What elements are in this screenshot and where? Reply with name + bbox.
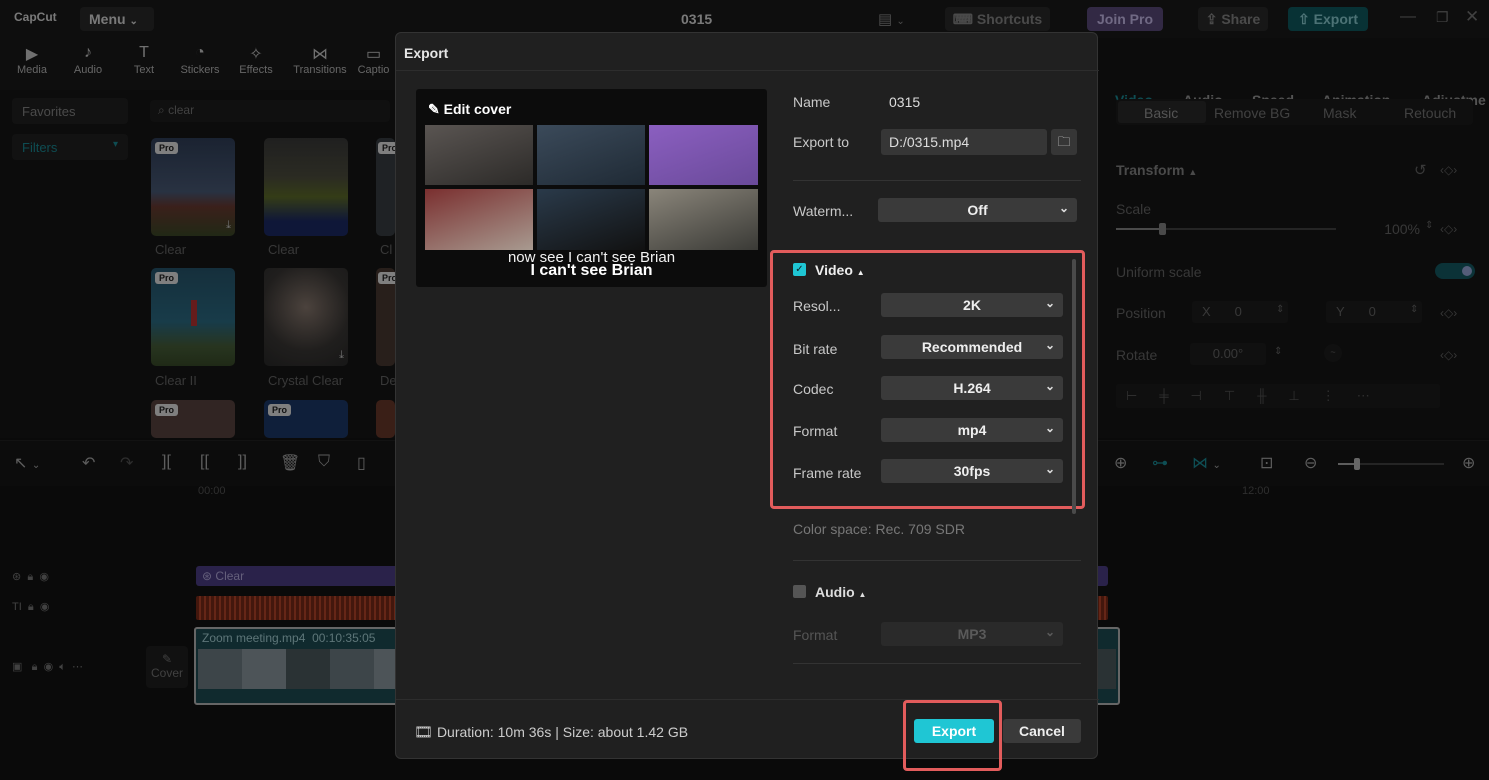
chevron-up-icon: ▲ [858,590,867,599]
codec-label: Codec [793,381,834,397]
bitrate-select[interactable]: Recommended ⌄ [881,335,1063,359]
divider [793,663,1081,664]
video-section-label: Video [815,262,853,278]
film-icon: 🎞︎ [414,724,434,741]
color-space-text: Color space: Rec. 709 SDR [793,521,965,537]
video-checkbox[interactable]: ✓ [793,263,806,276]
audio-format-value: MP3 [957,626,987,642]
edit-icon: ✎ [428,101,440,117]
chevron-down-icon: ⌄ [1044,625,1055,639]
watermark-label: Waterm... [793,203,854,219]
participant-tile [649,189,758,250]
participant-tile [425,189,533,250]
framerate-value: 30fps [953,463,991,479]
video-section-header[interactable]: Video ▲ [815,262,865,278]
divider [793,180,1081,181]
format-label: Format [793,423,838,439]
export-path-input[interactable]: D:/0315.mp4 [881,129,1047,155]
codec-value: H.264 [953,380,991,396]
settings-scrollbar[interactable] [1072,259,1076,514]
dialog-title: Export [404,45,449,61]
chevron-up-icon: ▲ [856,268,865,277]
bitrate-value: Recommended [921,339,1023,355]
chevron-down-icon: ⌄ [1044,462,1055,476]
participant-tile [425,125,533,185]
export-button[interactable]: Export [914,719,994,743]
chevron-down-icon: ⌄ [1058,201,1069,215]
cover-preview[interactable]: ✎ Edit cover now see I can't see Brian I… [416,89,767,287]
footer-info-text: Duration: 10m 36s | Size: about 1.42 GB [436,724,689,740]
cancel-button[interactable]: Cancel [1003,719,1081,743]
divider [793,560,1081,561]
chevron-down-icon: ⌄ [1044,379,1055,393]
divider [396,70,1099,71]
export-dialog: Export ✎ Edit cover now see I can't see … [395,32,1099,771]
edit-cover-button[interactable]: ✎ Edit cover [428,101,511,118]
folder-browse-button[interactable]: 🗀 [1051,129,1077,155]
watermark-select[interactable]: Off ⌄ [878,198,1077,222]
participant-tile [649,125,758,185]
video-grid [425,125,758,250]
format-value: mp4 [957,422,987,438]
watermark-value: Off [967,202,988,218]
audio-section-label: Audio [815,584,855,600]
framerate-select[interactable]: 30fps ⌄ [881,459,1063,483]
resolution-value: 2K [963,297,981,313]
format-select[interactable]: mp4 ⌄ [881,418,1063,442]
audio-checkbox[interactable] [793,585,806,598]
chevron-down-icon: ⌄ [1044,338,1055,352]
codec-select[interactable]: H.264 ⌄ [881,376,1063,400]
footer-info: 🎞︎ Duration: 10m 36s | Size: about 1.42 … [414,723,688,741]
participant-tile [537,125,645,185]
bitrate-label: Bit rate [793,341,838,357]
participant-tile [537,189,645,250]
export-to-label: Export to [793,134,850,150]
caption-line-2: I can't see Brian [530,262,653,279]
framerate-label: Frame rate [793,465,862,481]
name-label: Name [793,94,831,110]
resolution-select[interactable]: 2K ⌄ [881,293,1063,317]
audio-format-select: MP3 ⌄ [881,622,1063,646]
name-input[interactable]: 0315 [889,94,920,110]
chevron-down-icon: ⌄ [1044,296,1055,310]
audio-section-header[interactable]: Audio ▲ [815,584,866,600]
chevron-down-icon: ⌄ [1044,421,1055,435]
edit-cover-label: Edit cover [443,101,512,117]
capcut-app: CapCut Menu ⌄ 0315 ▤ ⌄ ⌨ Shortcuts Join … [0,0,1489,780]
resolution-label: Resol... [793,298,841,314]
audio-format-label: Format [793,627,838,643]
folder-icon: 🗀 [1057,134,1071,149]
